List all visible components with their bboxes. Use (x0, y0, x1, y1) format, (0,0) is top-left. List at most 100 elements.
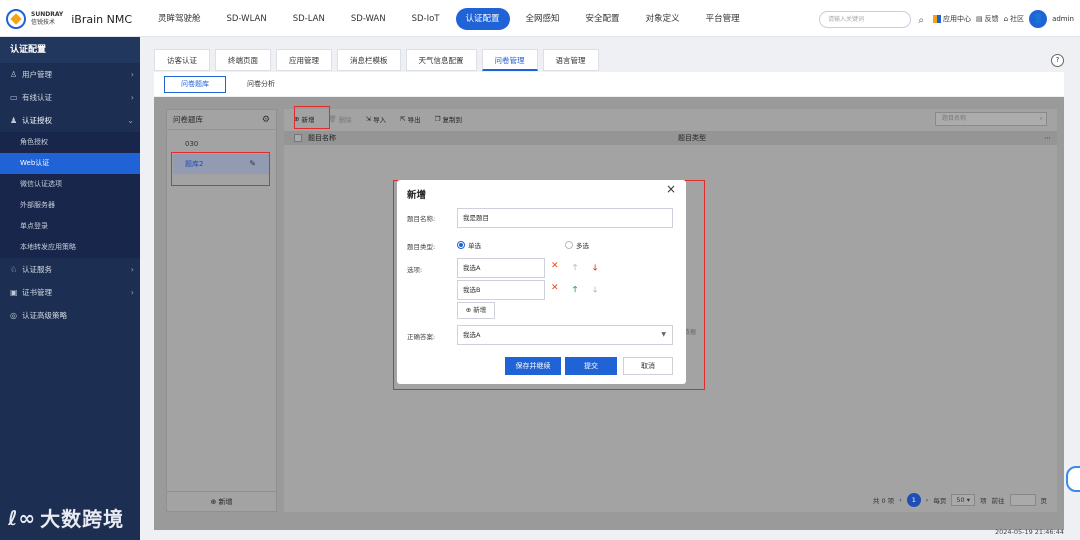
tab-survey-management[interactable]: 问卷管理 (481, 49, 538, 71)
highlight-selected-bank (171, 152, 270, 186)
sidebar-sub-local-forward-policy[interactable]: 本地转发应用策略 (0, 237, 140, 258)
add-option-button[interactable]: ⊕ 新增 (457, 302, 495, 319)
sidebar-sub-wechat-auth[interactable]: 微信认证选项 (0, 174, 140, 195)
nav-item-cockpit[interactable]: 灵眸驾驶舱 (148, 8, 211, 30)
move-down-option-a-icon[interactable]: 🡓 (593, 262, 597, 276)
subtab-survey-analysis[interactable]: 问卷分析 (230, 76, 292, 93)
tab-guest-auth[interactable]: 访客认证 (154, 49, 210, 71)
datetime: 2024-05-19 21:46:44 (994, 528, 1064, 536)
sidebar-item-auth-service[interactable]: ♘ 认证服务 › (0, 258, 140, 281)
question-name-input[interactable]: 我是题目 (457, 208, 673, 228)
save-and-continue-button[interactable]: 保存并继续 (505, 357, 561, 375)
radio-multiple-label: 多选 (576, 242, 589, 250)
help-icon[interactable]: ? (1051, 54, 1064, 67)
tab-terminal-page[interactable]: 终端页面 (215, 49, 271, 71)
main-nav: 灵眸驾驶舱 SD-WLAN SD-LAN SD-WAN SD-IoT 认证配置 … (148, 7, 756, 31)
move-up-option-b-icon[interactable]: 🡑 (573, 284, 577, 298)
sidebar-item-wired-auth[interactable]: ▭ 有线认证 › (0, 86, 140, 109)
more-icon[interactable]: ⋯ (1044, 131, 1051, 145)
sidebar-title: 认证配置 (0, 37, 140, 63)
per-page-value: 50 (956, 496, 965, 504)
delete-button[interactable]: 🗑 删除 (328, 114, 351, 124)
sidebar-item-label: 证书管理 (22, 288, 52, 297)
copy-to-label: 复制到 (442, 116, 462, 124)
radio-single-dot (457, 241, 465, 249)
delete-option-b-icon[interactable]: ✕ (551, 283, 559, 293)
sidebar-sub-external-server[interactable]: 外部服务器 (0, 195, 140, 216)
delete-option-a-icon[interactable]: ✕ (551, 261, 559, 271)
export-button[interactable]: ⇱ 导出 (400, 114, 420, 124)
community-icon: ⌂ (1003, 15, 1009, 23)
search-icon[interactable]: ⌕ (918, 13, 924, 28)
app-center-link[interactable]: 应用中心 (932, 14, 971, 24)
option-input-b[interactable]: 我选B (457, 280, 545, 300)
nav-item-sd-wan[interactable]: SD-WAN (341, 8, 396, 30)
tab-language-management[interactable]: 语言管理 (542, 49, 599, 71)
sidebar-item-auth-authorization[interactable]: ♟ 认证授权 ⌄ (0, 109, 140, 132)
sidebar-item-user-management[interactable]: ♙ 用户管理 › (0, 63, 140, 86)
question-search-input[interactable]: 题目名称 ⌕ (935, 112, 1047, 126)
feedback-link[interactable]: ▤ 反馈 (976, 14, 999, 24)
per-page-select[interactable]: 50 ▾ (951, 494, 975, 506)
sidebar-item-label: 认证服务 (22, 265, 52, 274)
radio-multiple-dot (565, 241, 573, 249)
tab-app-management[interactable]: 应用管理 (276, 49, 332, 71)
import-label: 导入 (373, 116, 387, 124)
global-search-input[interactable]: 请输入关键词 ⌕ (818, 10, 924, 28)
brand[interactable]: SUNDRAY 信锐技术 iBrain NMC (6, 8, 132, 30)
avatar[interactable]: 👤 (1029, 10, 1048, 28)
next-page-icon[interactable]: › (926, 496, 929, 504)
sidebar-item-label: 认证高级策略 (22, 311, 67, 320)
community-link[interactable]: ⌂ 社区 (1004, 14, 1024, 24)
copy-to-button[interactable]: ❐ 复制到 (435, 114, 462, 124)
gear-icon[interactable]: ⚙ (262, 110, 270, 130)
nav-item-sd-wlan[interactable]: SD-WLAN (217, 8, 277, 30)
tab-message-template[interactable]: 消息栏模板 (337, 49, 401, 71)
radio-multiple[interactable]: 多选 (565, 240, 589, 250)
submit-button[interactable]: 提交 (565, 357, 617, 375)
correct-answer-select[interactable]: 我选A ▼ (457, 325, 673, 345)
nav-item-security-config[interactable]: 安全配置 (576, 8, 630, 30)
sidebar-sub-web-auth[interactable]: Web认证 (0, 153, 140, 174)
pagination: 共 0 项 ‹ 1 › 每页 50 ▾ 项 前往 页 (873, 492, 1047, 508)
sidebar-sub-role-auth[interactable]: 角色授权 (0, 132, 140, 153)
nav-item-platform-management[interactable]: 平台管理 (696, 8, 750, 30)
floating-assistant-icon[interactable] (1066, 466, 1080, 492)
column-header-name[interactable]: 题目名称 (308, 131, 336, 145)
move-up-option-a-icon[interactable]: 🡑 (573, 262, 577, 276)
nav-item-auth-config[interactable]: 认证配置 (455, 8, 510, 30)
sidebar-item-advanced-policy[interactable]: ◎ 认证高级策略 (0, 304, 140, 327)
column-header-type[interactable]: 题目类型 (678, 131, 706, 145)
sidebar-item-certificate[interactable]: ▣ 证书管理 › (0, 281, 140, 304)
user-name[interactable]: admin (1052, 15, 1074, 23)
page-number[interactable]: 1 (906, 493, 921, 507)
goto-page-input[interactable] (1009, 494, 1036, 506)
select-all-checkbox[interactable] (294, 134, 302, 142)
radio-single[interactable]: 单选 (457, 240, 481, 250)
sidebar-sub-sso[interactable]: 单点登录 (0, 216, 140, 237)
question-type-label: 题目类型: (407, 243, 436, 251)
list-item[interactable]: 030 (167, 134, 276, 154)
sundray-logo-icon (6, 9, 26, 29)
cancel-button[interactable]: 取消 (623, 357, 673, 375)
import-button[interactable]: ⇲ 导入 (366, 114, 386, 124)
close-icon[interactable]: × (666, 182, 676, 196)
total-count: 共 0 项 (872, 497, 895, 505)
subtab-question-bank[interactable]: 问卷题库 (164, 75, 226, 93)
option-input-a[interactable]: 我选A (457, 258, 545, 278)
table-header: 题目名称 题目类型 ⋯ (284, 131, 1057, 145)
plus-circle-icon: ⊕ (210, 498, 217, 506)
nav-item-network-perception[interactable]: 全网感知 (516, 8, 570, 30)
nav-item-sd-iot[interactable]: SD-IoT (402, 8, 450, 30)
options-label: 选项: (407, 266, 423, 274)
search-icon[interactable]: ⌕ (1040, 113, 1043, 125)
nav-item-sd-lan[interactable]: SD-LAN (283, 8, 335, 30)
export-icon: ⇱ (400, 115, 406, 123)
sidebar-item-label: 用户管理 (22, 70, 52, 79)
nav-item-object-definition[interactable]: 对象定义 (636, 8, 690, 30)
move-down-option-b-icon[interactable]: 🡓 (593, 284, 597, 298)
prev-page-icon[interactable]: ‹ (899, 496, 902, 504)
watermark-logo-icon: ℓ∞ (8, 505, 37, 530)
tab-weather-config[interactable]: 天气信息配置 (405, 49, 477, 71)
add-library-button[interactable]: ⊕ 新增 (167, 491, 276, 511)
